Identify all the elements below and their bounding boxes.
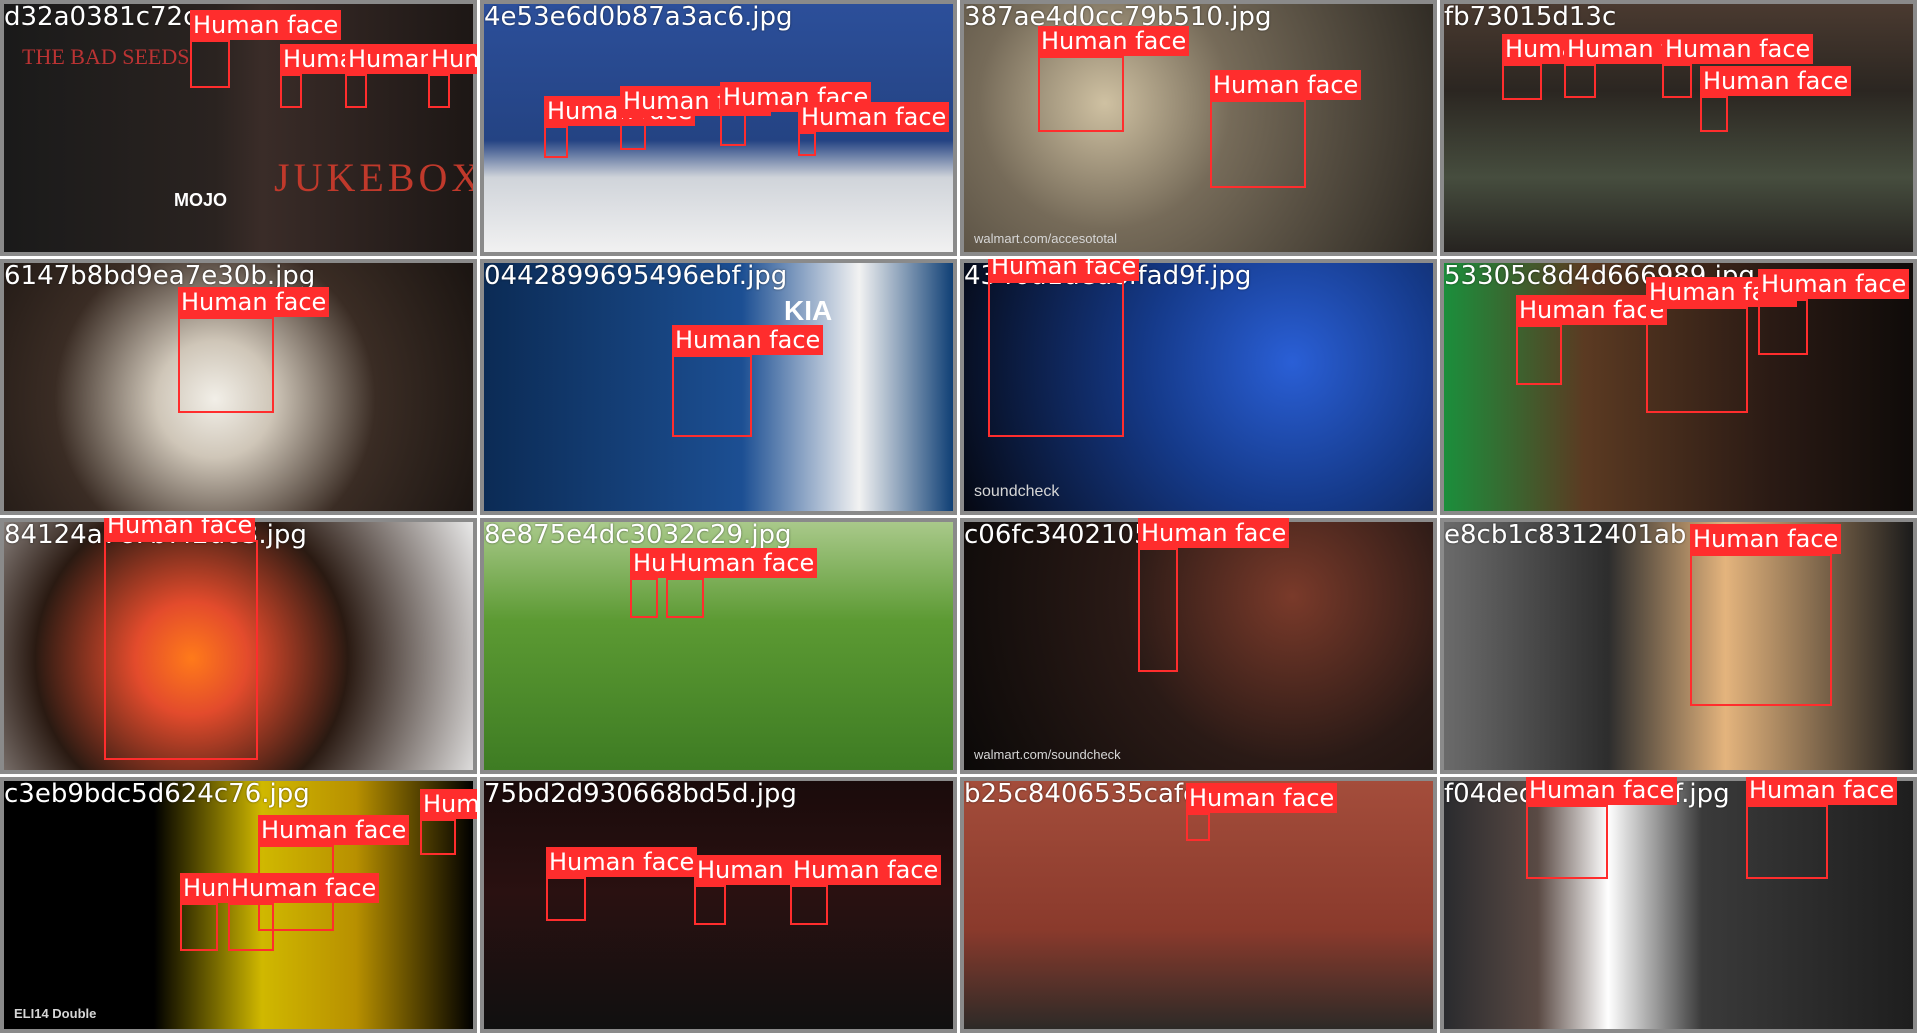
face-box[interactable]: Human face: [620, 86, 772, 150]
face-box[interactable]: Human face: [790, 855, 942, 925]
tile[interactable]: f04ded49a3f53c7f.jpg Human face Human fa…: [1440, 777, 1920, 1036]
box-label: Human face: [258, 815, 410, 845]
tile[interactable]: e8cb1c8312401ab Human face: [1440, 518, 1920, 777]
filename: c06fc3402105: [964, 520, 1151, 550]
filename: c3eb9bdc5d624c76.jpg: [4, 779, 310, 809]
face-box[interactable]: Human face: [1516, 295, 1668, 385]
filename: 0442899695496ebf.jpg: [484, 261, 788, 291]
box-label: Human face: [1526, 777, 1678, 805]
face-box[interactable]: Human face: [798, 102, 950, 156]
face-box[interactable]: Human face: [1210, 70, 1362, 188]
watermark: ELI14 Double: [14, 1006, 97, 1021]
tile[interactable]: 84124a7c7b7f2d63.jpg Human face: [0, 518, 480, 777]
image-grid: THE BAD SEEDS JUKEBOX MOJO d32a0381c72c …: [0, 0, 1920, 1036]
face-box[interactable]: Human face: [1564, 34, 1716, 98]
tile[interactable]: fb73015d13c Human face Human face Human …: [1440, 0, 1920, 259]
filename: 8e875e4dc3032c29.jpg: [484, 520, 792, 550]
box-label: Human face: [1210, 70, 1362, 100]
tile-image: [1444, 781, 1913, 1029]
box-label: Human face: [420, 789, 477, 819]
face-box[interactable]: Human face: [428, 44, 477, 108]
tile[interactable]: 53305c8d4d666989.jpg Human face Human fa…: [1440, 259, 1920, 518]
face-box[interactable]: Human face: [1758, 269, 1910, 355]
filename: 75bd2d930668bd5d.jpg: [484, 779, 797, 809]
watermark: walmart.com/accesototal: [974, 231, 1118, 246]
box-label: Human face: [546, 847, 698, 877]
tile[interactable]: walmart.com/accesototal 387ae4d0cc79b510…: [960, 0, 1440, 259]
box-label: Human face: [190, 10, 342, 40]
box-label: Human face: [790, 855, 942, 885]
tile[interactable]: walmart.com/soundcheck c06fc3402105 Huma…: [960, 518, 1440, 777]
tile[interactable]: 75bd2d930668bd5d.jpg Human face Human fa…: [480, 777, 960, 1036]
face-box[interactable]: Human face: [420, 789, 477, 855]
face-box[interactable]: Human face: [1138, 518, 1290, 672]
filename: b25c8406535cafe: [964, 779, 1200, 809]
face-box[interactable]: Human face: [1186, 783, 1338, 841]
box-label: Human face: [228, 873, 380, 903]
tile[interactable]: KIA 0442899695496ebf.jpg Human face: [480, 259, 960, 518]
box-label: Human face: [988, 259, 1140, 281]
box-label: Human face: [666, 548, 818, 578]
box-label: Human face: [178, 287, 330, 317]
tile[interactable]: 6147b8bd9ea7e30b.jpg Human face: [0, 259, 480, 518]
tile[interactable]: b25c8406535cafe Human face: [960, 777, 1440, 1036]
face-box[interactable]: Human face: [1690, 524, 1842, 706]
face-box[interactable]: Human face: [630, 548, 782, 618]
tile[interactable]: 8e875e4dc3032c29.jpg Human face Human fa…: [480, 518, 960, 777]
tile-image: [1444, 522, 1913, 770]
box-label: Human face: [1758, 269, 1910, 299]
tile[interactable]: THE BAD SEEDS JUKEBOX MOJO d32a0381c72c …: [0, 0, 480, 259]
face-box[interactable]: Human face: [546, 847, 698, 921]
face-box[interactable]: Human face: [180, 873, 332, 951]
box-label: Human face: [798, 102, 950, 132]
face-box[interactable]: Human face: [666, 548, 818, 618]
face-box[interactable]: Human face: [1746, 777, 1898, 879]
face-box[interactable]: Human face: [228, 873, 380, 951]
face-box[interactable]: Human face: [1526, 777, 1678, 879]
face-box[interactable]: Human face: [178, 287, 330, 413]
face-box[interactable]: Human face: [672, 325, 824, 437]
face-box[interactable]: Human face: [988, 259, 1140, 437]
box-label: Human face: [428, 44, 477, 74]
tile-image: THE BAD SEEDS JUKEBOX MOJO: [4, 4, 473, 252]
face-box[interactable]: Human face: [720, 82, 872, 146]
box-label: Human face: [672, 325, 824, 355]
filename: e8cb1c8312401ab: [1444, 520, 1687, 550]
tile[interactable]: 4e53e6d0b87a3ac6.jpg Human face Human fa…: [480, 0, 960, 259]
face-box[interactable]: Human face: [1700, 66, 1852, 132]
box-label: Human face: [1186, 783, 1338, 813]
tile-image: walmart.com/soundcheck: [964, 522, 1433, 770]
box-label: Human face: [1516, 295, 1668, 325]
face-box[interactable]: Human face: [1502, 34, 1654, 100]
filename: 4e53e6d0b87a3ac6.jpg: [484, 2, 793, 32]
face-box[interactable]: Human face: [1038, 26, 1190, 132]
face-box[interactable]: Human face: [345, 44, 477, 108]
face-box[interactable]: Human face: [280, 44, 432, 108]
face-box[interactable]: Human face: [1646, 277, 1798, 413]
box-label: Human face: [1690, 524, 1842, 554]
filename: d32a0381c72c: [4, 2, 198, 32]
face-box[interactable]: Human face: [1662, 34, 1814, 98]
filename: fb73015d13c: [1444, 2, 1617, 32]
face-box[interactable]: Human face: [694, 855, 846, 925]
tile-image: walmart.com/accesototal: [964, 4, 1433, 252]
box-label: Human face: [1038, 26, 1190, 56]
album-title: JUKEBOX: [274, 155, 473, 200]
box-label: Human face: [1746, 777, 1898, 805]
box-label: Human face: [1700, 66, 1852, 96]
watermark: soundcheck: [974, 483, 1060, 500]
watermark: KIA: [784, 295, 833, 326]
face-box[interactable]: Human face: [544, 96, 696, 158]
face-box[interactable]: Human face: [190, 10, 342, 88]
tile[interactable]: soundcheck 4346d1ded8ffad9f.jpg Human fa…: [960, 259, 1440, 518]
box-label: Human face: [1138, 518, 1290, 548]
box-label: Human face: [104, 518, 256, 540]
tile[interactable]: ELI14 Double c3eb9bdc5d624c76.jpg Human …: [0, 777, 480, 1036]
watermark: walmart.com/soundcheck: [974, 747, 1121, 762]
face-box[interactable]: Human face: [104, 518, 258, 760]
watermark: MOJO: [174, 190, 228, 210]
album-text: THE BAD SEEDS: [22, 44, 190, 69]
box-label: Human face: [1662, 34, 1814, 64]
